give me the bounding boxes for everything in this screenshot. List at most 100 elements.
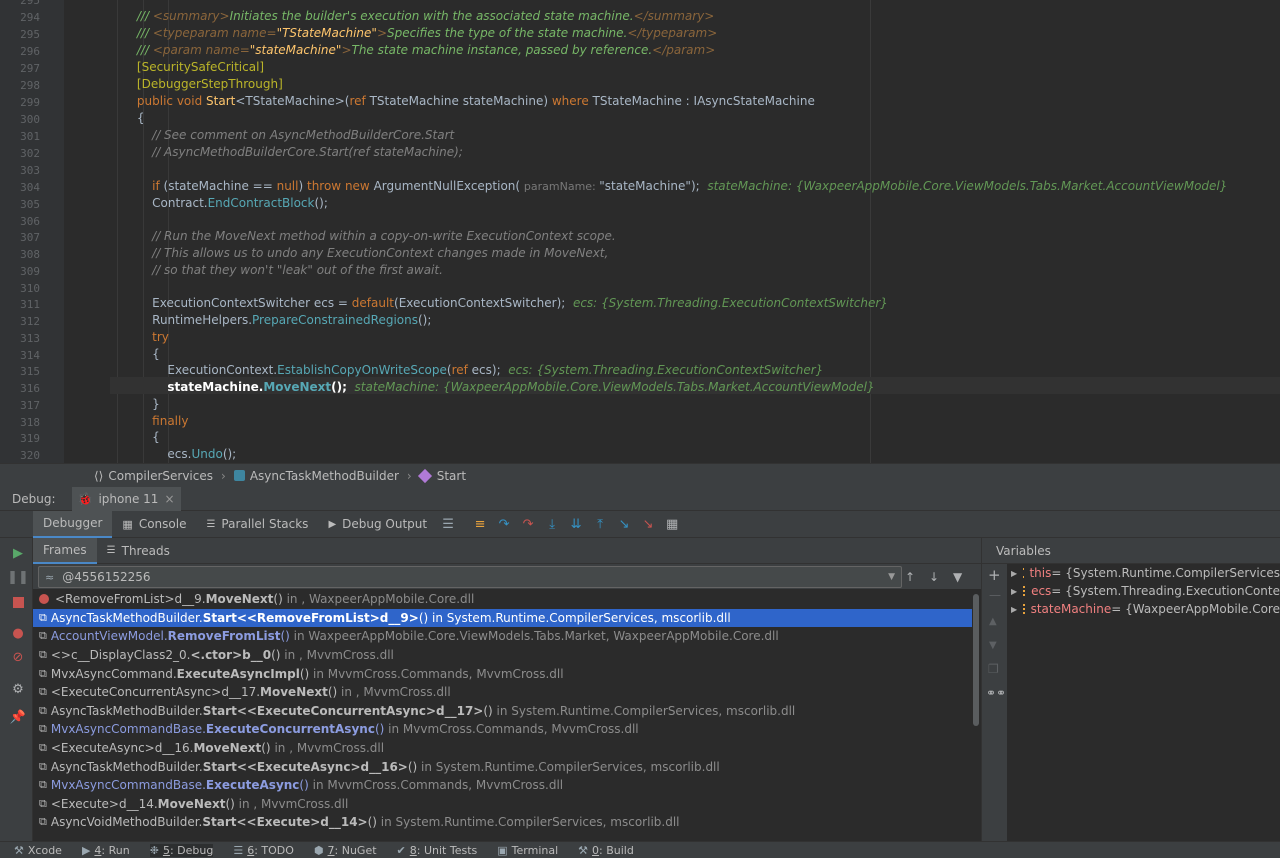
- force-run-to-cursor-icon[interactable]: ↘: [637, 513, 659, 535]
- line-number[interactable]: 300: [0, 113, 40, 126]
- pin-icon[interactable]: 📌: [10, 709, 26, 725]
- code-line-305[interactable]: Contract.EndContractBlock();: [114, 195, 1280, 212]
- line-number[interactable]: 298: [0, 79, 40, 92]
- line-number[interactable]: 317: [0, 399, 40, 412]
- code-line-304[interactable]: if (stateMachine == null) throw new Argu…: [114, 178, 1280, 195]
- stack-frame[interactable]: ⧉ MvxAsyncCommandBase.ExecuteConcurrentAs…: [33, 720, 973, 739]
- stack-frame[interactable]: ⧉ MvxAsyncCommandBase.ExecuteAsync() in M…: [33, 776, 973, 795]
- tab-console[interactable]: ▦ Console: [112, 511, 196, 538]
- line-number[interactable]: 305: [0, 198, 40, 211]
- tab-debug-output[interactable]: ▶ Debug Output: [318, 511, 437, 538]
- tool-window-button[interactable]: ▣ Terminal: [497, 844, 558, 857]
- line-number[interactable]: 312: [0, 315, 40, 328]
- variable-row[interactable]: ▶ stateMachine = {WaxpeerAppMobile.Core: [1007, 600, 1280, 618]
- tool-window-button[interactable]: ⬢ 7: NuGet: [314, 844, 377, 857]
- view-breakpoints-icon[interactable]: ●: [10, 625, 26, 641]
- code-line-317[interactable]: }: [114, 396, 1280, 413]
- tool-window-button[interactable]: ❉ 5: Debug: [149, 843, 214, 857]
- line-number[interactable]: 313: [0, 332, 40, 345]
- line-number[interactable]: 301: [0, 130, 40, 143]
- code-line-314[interactable]: {: [114, 346, 1280, 363]
- code-line-301[interactable]: // See comment on AsyncMethodBuilderCore…: [114, 127, 1280, 144]
- code-line-313[interactable]: try: [114, 329, 1280, 346]
- step-out-icon[interactable]: ⤒: [589, 513, 611, 535]
- expand-arrow-icon[interactable]: ▶: [1011, 569, 1017, 578]
- menu-icon[interactable]: ☰: [437, 513, 459, 535]
- arrow-down-icon[interactable]: ↓: [929, 570, 939, 584]
- run-to-cursor-icon[interactable]: ↘: [613, 513, 635, 535]
- line-number[interactable]: 295: [0, 28, 40, 41]
- code-line-311[interactable]: ExecutionContextSwitcher ecs = default(E…: [114, 295, 1280, 312]
- line-number[interactable]: 297: [0, 62, 40, 75]
- add-watch-icon[interactable]: +: [988, 566, 1001, 584]
- tool-window-button[interactable]: ☰ 6: TODO: [233, 844, 294, 857]
- stack-frame[interactable]: ⧉ <>c__DisplayClass2_0.<.ctor>b__0() in ,…: [33, 646, 973, 665]
- code-line-316-current[interactable]: stateMachine.MoveNext(); stateMachine: {…: [114, 379, 1280, 396]
- line-number[interactable]: 316: [0, 382, 40, 395]
- arrow-up-icon[interactable]: ↑: [905, 570, 915, 584]
- line-number[interactable]: 294: [0, 11, 40, 24]
- code-line-294[interactable]: /// <summary>Initiates the builder's exe…: [114, 8, 1280, 25]
- tool-window-button[interactable]: ✔ 8: Unit Tests: [397, 844, 478, 857]
- force-step-over-icon[interactable]: ↷: [517, 513, 539, 535]
- resume-icon[interactable]: ▶: [10, 545, 26, 561]
- pause-icon[interactable]: ❚❚: [7, 569, 29, 585]
- step-into-icon[interactable]: ⤓: [541, 513, 563, 535]
- stack-frame[interactable]: ⧉ AsyncTaskMethodBuilder.Start<<RemoveFro…: [33, 608, 973, 628]
- tab-frames[interactable]: Frames: [33, 537, 97, 564]
- line-number[interactable]: 295: [0, 0, 40, 7]
- code-line-319[interactable]: {: [114, 429, 1280, 446]
- mute-breakpoints-icon[interactable]: ⊘: [10, 649, 26, 665]
- copy-icon[interactable]: ❐: [988, 662, 999, 676]
- stack-frame[interactable]: ⧉ <ExecuteAsync>d__16.MoveNext() in , Mvv…: [33, 739, 973, 758]
- line-number[interactable]: 309: [0, 265, 40, 278]
- debug-session-tab[interactable]: 🐞 iphone 11 ×: [71, 486, 181, 511]
- tab-threads[interactable]: ☰ Threads: [97, 538, 180, 564]
- code-line-296[interactable]: /// <param name="stateMachine">The state…: [114, 42, 1280, 59]
- move-up-icon[interactable]: ▲: [989, 616, 997, 627]
- tab-debugger[interactable]: Debugger: [33, 510, 113, 538]
- tab-parallel-stacks[interactable]: ☰ Parallel Stacks: [196, 511, 318, 538]
- breadcrumb-class[interactable]: AsyncTaskMethodBuilder: [233, 469, 399, 483]
- stack-frame[interactable]: ⧉ MvxAsyncCommand.ExecuteAsyncImpl() in M…: [33, 664, 973, 683]
- tool-window-button[interactable]: ⚒ 0: Build: [578, 844, 634, 857]
- stack-frame[interactable]: ⧉ AsyncVoidMethodBuilder.Start<<Execute>d…: [33, 813, 973, 832]
- line-number[interactable]: 311: [0, 298, 40, 311]
- line-number[interactable]: 315: [0, 365, 40, 378]
- code-line-315[interactable]: ExecutionContext.EstablishCopyOnWriteSco…: [114, 362, 1280, 379]
- line-number[interactable]: 304: [0, 181, 40, 194]
- code-line-295[interactable]: /// <typeparam name="TStateMachine">Spec…: [114, 25, 1280, 42]
- line-number[interactable]: 320: [0, 449, 40, 462]
- filter-icon[interactable]: ▼: [953, 570, 962, 584]
- code-line-308[interactable]: // This allows us to undo any ExecutionC…: [114, 245, 1280, 262]
- stop-icon[interactable]: [10, 594, 26, 610]
- frames-scrollbar-thumb[interactable]: [973, 594, 979, 726]
- breadcrumb-namespace[interactable]: ⟨⟩ CompilerServices: [94, 469, 213, 483]
- line-number[interactable]: 310: [0, 282, 40, 295]
- expand-arrow-icon[interactable]: ▶: [1011, 605, 1017, 614]
- line-number[interactable]: 314: [0, 349, 40, 362]
- glasses-icon[interactable]: ⚭⚭: [986, 686, 1006, 700]
- line-number[interactable]: 303: [0, 164, 40, 177]
- evaluate-expression-icon[interactable]: ▦: [661, 513, 683, 535]
- stack-frame[interactable]: ⧉ <Execute>d__14.MoveNext() in , MvvmCros…: [33, 795, 973, 814]
- stack-frame[interactable]: <RemoveFromList>d__9.MoveNext() in , Wax…: [33, 590, 973, 609]
- tool-window-button[interactable]: ▶ 4: Run: [82, 844, 130, 857]
- line-number[interactable]: 296: [0, 45, 40, 58]
- code-line-318[interactable]: finally: [114, 413, 1280, 430]
- code-line-309[interactable]: // so that they won't "leak" out of the …: [114, 262, 1280, 279]
- expand-arrow-icon[interactable]: ▶: [1011, 587, 1017, 596]
- stack-frame[interactable]: ⧉ AsyncTaskMethodBuilder.Start<<ExecuteCo…: [33, 702, 973, 721]
- line-number[interactable]: 308: [0, 248, 40, 261]
- line-number[interactable]: 302: [0, 147, 40, 160]
- frames-list[interactable]: <RemoveFromList>d__9.MoveNext() in , Wax…: [33, 590, 973, 841]
- move-down-icon[interactable]: ▼: [989, 640, 997, 651]
- settings-gear-icon[interactable]: ⚙: [10, 681, 26, 697]
- variable-row[interactable]: ▶ ecs = {System.Threading.ExecutionConte: [1007, 582, 1280, 600]
- code-line-300[interactable]: {: [114, 110, 1280, 127]
- code-line-298[interactable]: [DebuggerStepThrough]: [114, 76, 1280, 93]
- code-line-320[interactable]: ecs.Undo();: [114, 446, 1280, 463]
- line-number[interactable]: 307: [0, 231, 40, 244]
- code-line-307[interactable]: // Run the MoveNext method within a copy…: [114, 228, 1280, 245]
- variables-list[interactable]: ▶ this = {System.Runtime.CompilerServices…: [1007, 564, 1280, 841]
